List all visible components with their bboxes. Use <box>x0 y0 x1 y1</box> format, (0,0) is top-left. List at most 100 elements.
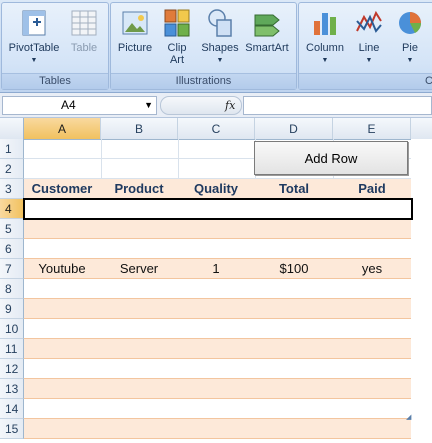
row-cells[interactable]: Youtube Server 1 $100 yes <box>24 259 411 279</box>
table-label: Table <box>70 42 98 54</box>
chevron-down-icon: ▼ <box>321 57 329 64</box>
formula-bar: A4 ▼ fx <box>0 93 432 118</box>
cell-divider <box>178 159 179 179</box>
line-chart-icon <box>356 10 382 33</box>
row-header-9[interactable]: 9 <box>0 299 24 319</box>
pivottable-icon <box>22 10 46 36</box>
column-chart-button[interactable]: Column ▼ <box>302 7 348 67</box>
row-cells[interactable] <box>24 339 411 359</box>
row-header-6[interactable]: 6 <box>0 239 24 259</box>
smartart-icon <box>254 14 280 37</box>
column-label: Column <box>306 42 344 54</box>
smartart-button[interactable]: SmartArt <box>241 7 293 54</box>
row-cells[interactable] <box>24 219 411 239</box>
row-header-11[interactable]: 11 <box>0 339 24 359</box>
chevron-down-icon: ▼ <box>365 57 373 64</box>
clipart-icon <box>164 9 190 37</box>
row-cells[interactable] <box>24 239 411 259</box>
chevron-down-icon: ▼ <box>406 57 414 64</box>
column-chart-icon <box>314 13 336 35</box>
row-header-3[interactable]: 3 <box>0 179 24 199</box>
row-header-1[interactable]: 1 <box>0 139 24 159</box>
pivottable-label: PivotTable <box>8 42 60 54</box>
row-header-4[interactable]: 4 <box>0 199 24 219</box>
add-row-button[interactable]: Add Row <box>254 141 408 175</box>
insert-function-icon[interactable]: fx <box>225 97 235 114</box>
grid-row: 12 <box>0 359 411 379</box>
charts-group-label: C <box>299 73 432 89</box>
row-header-12[interactable]: 12 <box>0 359 24 379</box>
picture-button[interactable]: Picture <box>115 7 155 54</box>
ribbon: PivotTable ▼ Table Tables Picture Clip A… <box>0 0 432 93</box>
row-cells[interactable] <box>24 419 411 439</box>
chevron-down-icon[interactable]: ▼ <box>144 97 153 114</box>
row-cells[interactable] <box>24 379 411 399</box>
table-cell[interactable]: yes <box>334 259 410 279</box>
table-resize-handle[interactable]: ◢ <box>406 413 411 421</box>
row-header-14[interactable]: 14 <box>0 399 24 419</box>
table-header-cell[interactable]: Product <box>101 179 177 199</box>
column-header-e[interactable]: E <box>333 118 411 139</box>
grid-row: 14 <box>0 399 411 419</box>
grid-right-edge <box>411 139 432 443</box>
row-header-10[interactable]: 10 <box>0 319 24 339</box>
table-header-cell[interactable]: Paid <box>334 179 410 199</box>
clipart-label: Clip Art <box>167 42 187 66</box>
shapes-icon <box>208 9 232 37</box>
table-cell[interactable]: Youtube <box>24 259 100 279</box>
row-header-5[interactable]: 5 <box>0 219 24 239</box>
grid-row: 15 <box>0 419 411 439</box>
grid-row: 9 <box>0 299 411 319</box>
cell-divider <box>178 139 179 159</box>
active-cell-border <box>23 198 413 220</box>
formula-input[interactable] <box>243 96 432 115</box>
table-cell[interactable]: 1 <box>178 259 254 279</box>
cell-divider <box>101 159 102 179</box>
name-box[interactable]: A4 ▼ <box>2 96 157 115</box>
row-cells[interactable] <box>24 319 411 339</box>
picture-icon <box>122 11 148 35</box>
picture-label: Picture <box>117 42 153 54</box>
pie-label: Pie <box>402 42 418 54</box>
table-cell[interactable]: $100 <box>256 259 332 279</box>
smartart-label: SmartArt <box>245 42 289 54</box>
grid-row: 10 <box>0 319 411 339</box>
chevron-down-icon: ▼ <box>30 57 38 64</box>
row-header-13[interactable]: 13 <box>0 379 24 399</box>
column-header-b[interactable]: B <box>101 118 178 139</box>
row-cells[interactable]: Customer Product Quality Total Paid <box>24 179 411 199</box>
column-header-a[interactable]: A <box>24 118 101 139</box>
column-header-c[interactable]: C <box>178 118 255 139</box>
tables-group-label: Tables <box>2 73 108 89</box>
row-cells[interactable] <box>24 279 411 299</box>
select-all-corner[interactable] <box>0 118 24 139</box>
pie-chart-button[interactable]: Pie ▼ <box>393 7 427 67</box>
grid-row: 11 <box>0 339 411 359</box>
column-headers: ABCDE <box>0 118 432 140</box>
row-header-8[interactable]: 8 <box>0 279 24 299</box>
table-cell[interactable]: Server <box>101 259 177 279</box>
row-header-2[interactable]: 2 <box>0 159 24 179</box>
charts-group: Column ▼ Line ▼ Pie ▼ C <box>298 2 432 90</box>
function-button-area: fx <box>160 96 242 115</box>
table-header-cell[interactable]: Customer <box>24 179 100 199</box>
row-header-7[interactable]: 7 <box>0 259 24 279</box>
clipart-button[interactable]: Clip Art <box>161 7 193 66</box>
table-header-cell[interactable]: Total <box>256 179 332 199</box>
illustrations-group-label: Illustrations <box>111 73 296 89</box>
shapes-button[interactable]: Shapes ▼ <box>199 7 241 67</box>
row-cells[interactable] <box>24 299 411 319</box>
column-header-d[interactable]: D <box>255 118 333 139</box>
table-header-cell[interactable]: Quality <box>178 179 254 199</box>
table-icon <box>71 10 97 36</box>
illustrations-group: Picture Clip Art Shapes ▼ SmartArt Illus… <box>110 2 297 90</box>
grid-row: 5 <box>0 219 411 239</box>
pivottable-button[interactable]: PivotTable ▼ <box>5 7 63 67</box>
row-cells[interactable] <box>24 399 411 419</box>
table-button[interactable]: Table <box>64 7 104 54</box>
row-cells[interactable] <box>24 359 411 379</box>
line-chart-button[interactable]: Line ▼ <box>351 7 387 67</box>
pie-chart-icon <box>399 12 422 34</box>
row-header-15[interactable]: 15 <box>0 419 24 439</box>
worksheet-grid: ABCDE 1 2 3 Customer Product Quality Total Paid… <box>0 118 432 443</box>
